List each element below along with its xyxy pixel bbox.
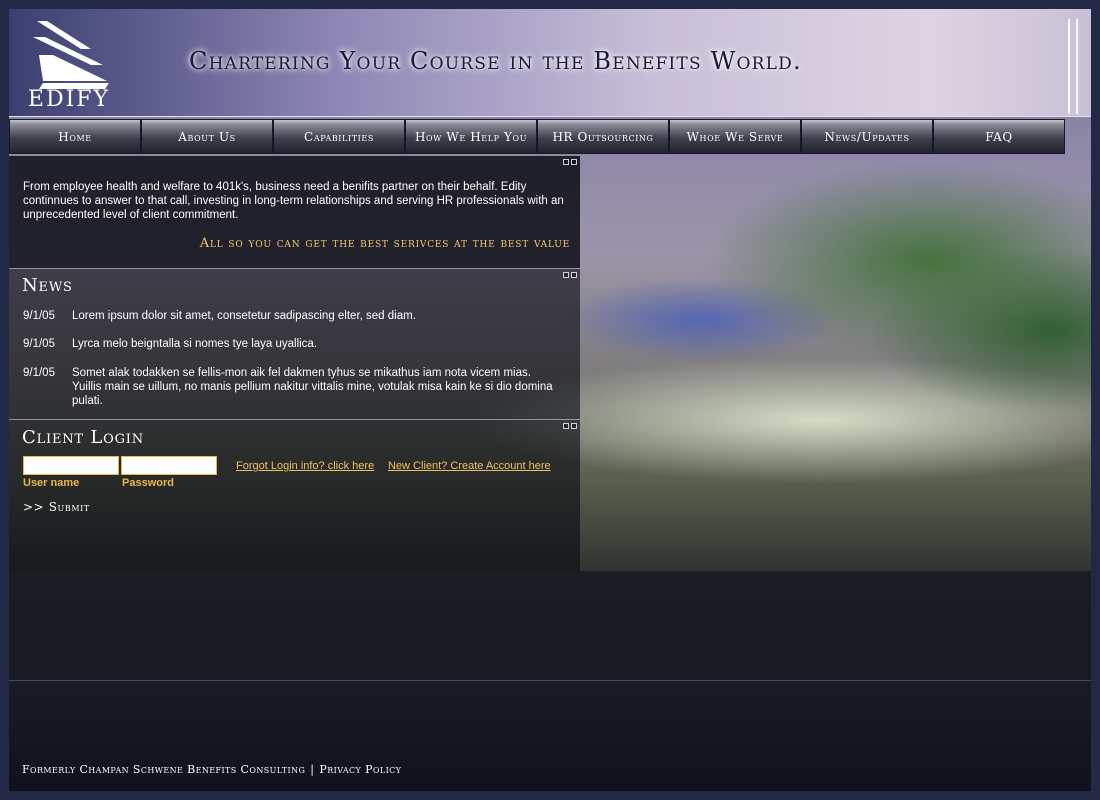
panel-controls [563,272,577,278]
panel-controls [563,423,577,429]
intro-panel: From employee health and welfare to 401k… [9,155,580,268]
news-panel: News 9/1/05 Lorem ipsum dolor sit amet, … [9,268,580,419]
news-date: 9/1/05 [23,338,55,350]
nav-faq[interactable]: FAQ [933,119,1065,154]
submit-button[interactable]: >> Submit [23,500,90,514]
news-date: 9/1/05 [23,310,55,322]
news-text: Somet alak todakken se fellis-mon aik fe… [72,367,553,407]
former-name-text: Formerly Champan Schwene Benefits Consul… [22,763,306,776]
password-input[interactable] [121,456,217,475]
header-banner: EDIFY Chartering Your Course in the Bene… [9,9,1091,117]
footer-separator: | [310,763,315,776]
brand-name: EDIFY [27,87,111,112]
nav-who-we-serve[interactable]: Whoe We Serve [669,119,801,154]
forgot-login-link[interactable]: Forgot Login info? click here [236,460,374,472]
minimize-icon[interactable] [563,159,569,165]
panel-controls [563,159,577,165]
news-text: Lyrca melo beigntalla si nomes tye laya … [72,338,318,350]
intro-slogan: All so you can get the best serivces at … [199,236,570,251]
create-account-link[interactable]: New Client? Create Account here [388,460,551,472]
password-label: Password [122,477,174,489]
decorative-line [1068,19,1070,114]
intro-text: From employee health and welfare to 401k… [23,181,564,221]
news-date: 9/1/05 [23,367,55,379]
footer-band [9,571,1091,681]
minimize-icon[interactable] [563,423,569,429]
news-item: 9/1/05 Lyrca melo beigntalla si nomes ty… [23,337,563,351]
nav-about-us[interactable]: About Us [141,119,273,154]
username-label: User name [23,477,80,489]
login-title: Client Login [22,427,144,448]
news-item: 9/1/05 Lorem ipsum dolor sit amet, conse… [23,309,563,323]
nav-news-updates[interactable]: News/Updates [801,119,933,154]
maximize-icon[interactable] [571,159,577,165]
nav-how-we-help-you[interactable]: How We Help You [405,119,537,154]
news-text: Lorem ipsum dolor sit amet, consetetur s… [72,310,416,322]
client-login-panel: Client Login User name Password Forgot L… [9,419,580,571]
maximize-icon[interactable] [571,423,577,429]
tagline: Chartering Your Course in the Benefits W… [189,47,802,75]
main-navigation: Home About Us Capabilities How We Help Y… [9,119,1065,155]
footer: Formerly Champan Schwene Benefits Consul… [9,681,1091,791]
minimize-icon[interactable] [563,272,569,278]
privacy-policy-link[interactable]: Privacy Policy [319,763,401,776]
nav-home[interactable]: Home [9,119,141,154]
news-title: News [22,275,73,296]
news-item: 9/1/05 Somet alak todakken se fellis-mon… [23,366,563,408]
maximize-icon[interactable] [571,272,577,278]
username-input[interactable] [23,456,119,475]
decorative-line [1076,19,1078,114]
nav-capabilities[interactable]: Capabilities [273,119,405,154]
footer-links: Formerly Champan Schwene Benefits Consul… [22,763,401,776]
nav-hr-outsourcing[interactable]: HR Outsourcing [537,119,669,154]
